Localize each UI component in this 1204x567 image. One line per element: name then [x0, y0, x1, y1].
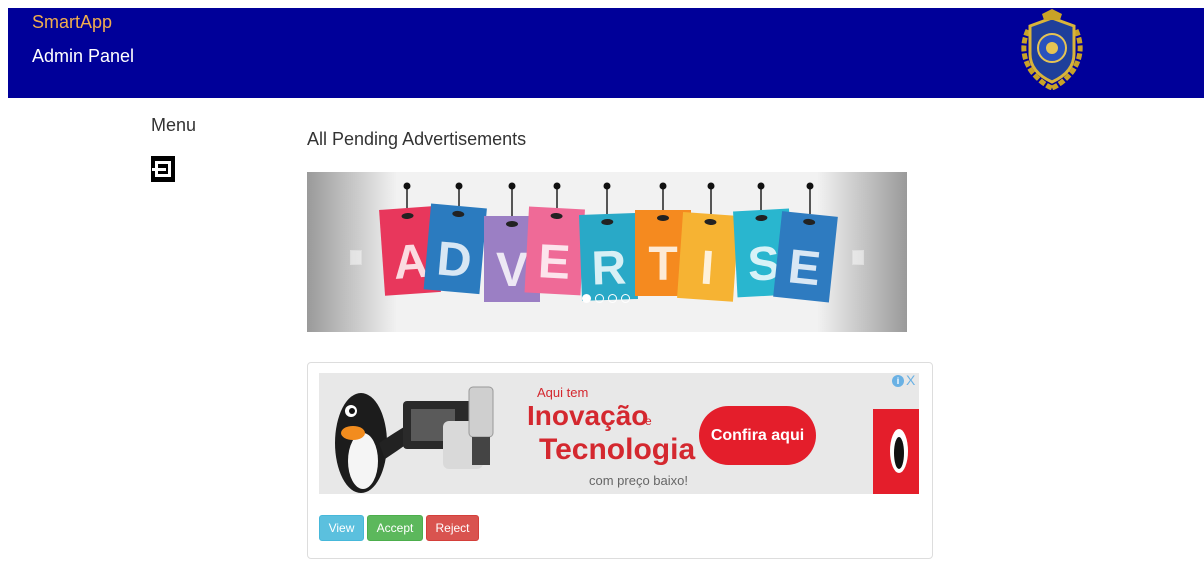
menu-toggle-icon[interactable]	[151, 156, 175, 182]
advertise-letter: R	[591, 241, 628, 295]
advertise-carousel[interactable]: ADVERTISE	[307, 172, 907, 332]
pending-ad-card: Aqui tem Inovação e Tecnologia com preço…	[307, 362, 933, 559]
carousel-indicator-dot[interactable]	[621, 294, 630, 303]
ad-cta-button[interactable]: Confira aqui	[699, 406, 816, 465]
advertise-letter: D	[435, 232, 474, 288]
ad-banner[interactable]: Aqui tem Inovação e Tecnologia com preço…	[319, 373, 919, 494]
carousel-indicator-dot[interactable]	[608, 294, 617, 303]
advertise-tag: I	[677, 212, 739, 302]
ad-banner-image: Aqui tem Inovação e Tecnologia com preço…	[319, 373, 919, 494]
carousel-next-button[interactable]	[852, 250, 864, 265]
view-button[interactable]: View	[319, 515, 364, 541]
advertise-tag: D	[423, 203, 487, 295]
reject-button[interactable]: Reject	[426, 515, 479, 541]
ad-line4: com preço baixo!	[589, 473, 688, 488]
advertise-letter: V	[496, 244, 528, 297]
advertise-letter: T	[648, 238, 677, 291]
carousel-indicator-dot[interactable]	[582, 294, 591, 303]
advertise-tag: E	[524, 206, 585, 296]
carousel-prev-button[interactable]	[350, 250, 362, 265]
carousel-indicators	[582, 294, 630, 303]
advertise-letter: E	[537, 235, 572, 290]
admin-panel-title: Admin Panel	[32, 46, 135, 66]
ad-line1: Aqui tem	[537, 385, 588, 400]
crest-emblem-icon	[1021, 9, 1083, 90]
advertise-tag: E	[773, 211, 838, 303]
accept-button[interactable]: Accept	[367, 515, 423, 541]
ad-info-icon[interactable]: i	[892, 375, 904, 387]
carousel-indicator-dot[interactable]	[595, 294, 604, 303]
advertise-letter: A	[392, 235, 430, 290]
ad-close-icon[interactable]: X	[906, 373, 915, 388]
ad-line2-suffix: e	[645, 414, 652, 428]
ad-line3: Tecnologia	[539, 433, 695, 466]
advertise-banner-image: ADVERTISE	[307, 172, 907, 332]
advertise-letter: E	[786, 240, 823, 296]
ad-line2: Inovação	[527, 400, 648, 431]
page-title: All Pending Advertisements	[307, 129, 527, 149]
advertise-tag: R	[579, 213, 638, 301]
sidebar-menu-label: Menu	[151, 115, 197, 135]
app-brand[interactable]: SmartApp	[32, 12, 112, 33]
top-navbar: SmartApp Admin Panel	[8, 8, 1204, 98]
